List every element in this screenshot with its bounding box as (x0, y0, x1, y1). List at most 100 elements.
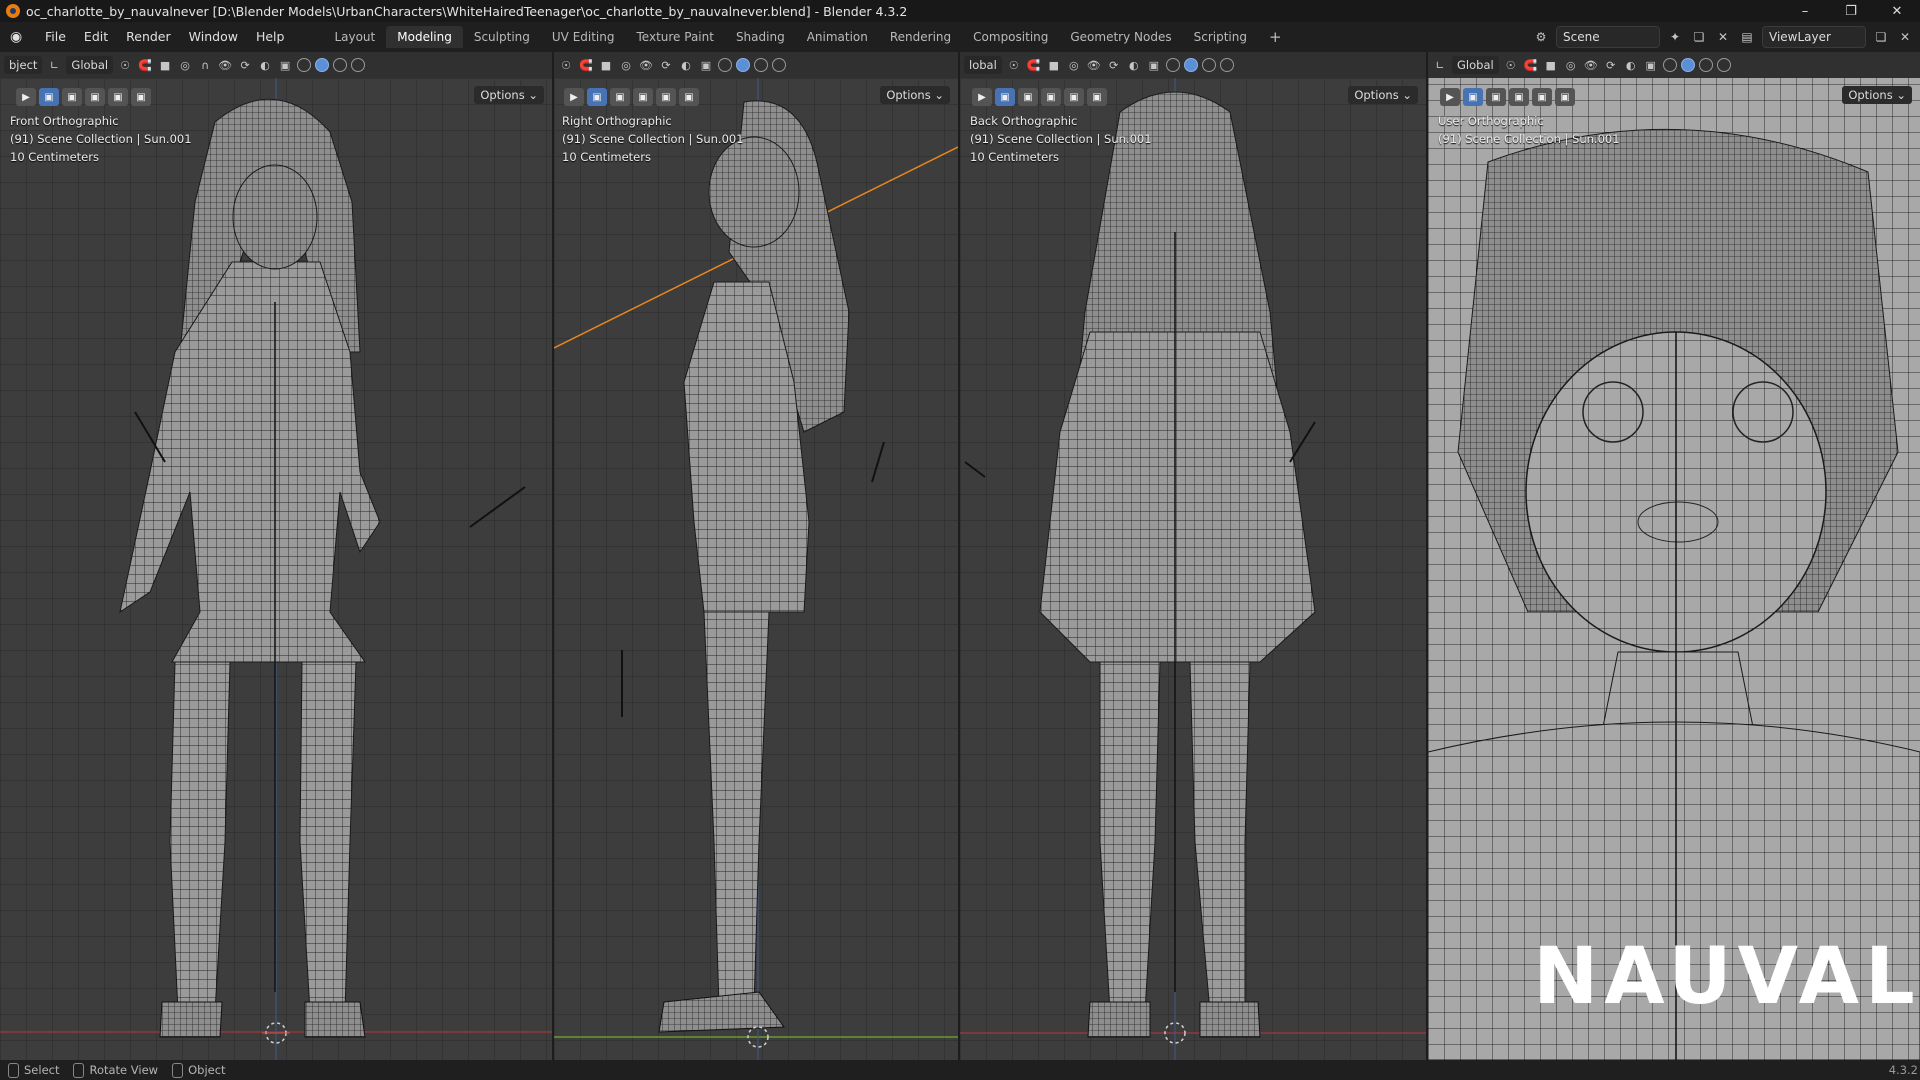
tab-rendering[interactable]: Rendering (879, 26, 962, 48)
material-shading-icon[interactable] (333, 58, 348, 72)
material-shading-icon[interactable] (1698, 58, 1713, 72)
tab-uv-editing[interactable]: UV Editing (541, 26, 626, 48)
snap-icon[interactable]: 🧲 (578, 57, 594, 73)
snap-icon[interactable]: 🧲 (1523, 57, 1539, 73)
select-extend-icon[interactable]: ▣ (1486, 88, 1506, 106)
add-workspace-button[interactable]: + (1258, 26, 1293, 48)
xray-icon[interactable]: ▣ (1146, 57, 1162, 73)
solid-shading-icon[interactable] (1183, 58, 1198, 72)
tab-animation[interactable]: Animation (796, 26, 879, 48)
delete-scene-icon[interactable]: ✕ (1714, 28, 1732, 46)
maximize-button[interactable]: ❐ (1828, 0, 1874, 22)
gizmo-icon[interactable]: ⟳ (237, 57, 253, 73)
viewport-back[interactable]: lobal ☉ 🧲 ■ ◎ 👁 ⟳ ◐ ▣ ▶ ▣ ▣ ▣ ▣ ▣ Option… (960, 52, 1426, 1060)
overlay-icon[interactable]: ◐ (1126, 57, 1142, 73)
tab-sculpting[interactable]: Sculpting (463, 26, 541, 48)
view-layer-field[interactable]: ViewLayer (1762, 26, 1866, 48)
wireframe-shading-icon[interactable] (1662, 58, 1677, 72)
rendered-shading-icon[interactable] (351, 58, 366, 72)
orientation-dropdown[interactable]: Global (1452, 56, 1499, 74)
solid-shading-icon[interactable] (1680, 58, 1695, 72)
tab-geometry-nodes[interactable]: Geometry Nodes (1059, 26, 1182, 48)
wireframe-shading-icon[interactable] (1165, 58, 1180, 72)
blender-logo-icon[interactable]: ◉ (10, 29, 26, 45)
select-new-icon[interactable]: ▣ (995, 88, 1015, 106)
mode-dropdown[interactable]: bject (4, 56, 43, 74)
select-new-icon[interactable]: ▣ (39, 88, 59, 106)
xray-icon[interactable]: ▣ (698, 57, 714, 73)
transform-orientation-icon[interactable]: ∟ (1432, 57, 1448, 73)
solid-shading-icon[interactable] (315, 58, 330, 72)
select-extend-icon[interactable]: ▣ (62, 88, 82, 106)
menu-edit[interactable]: Edit (75, 22, 117, 52)
minimize-button[interactable]: – (1782, 0, 1828, 22)
select-subtract-icon[interactable]: ▣ (1041, 88, 1061, 106)
transform-orientation-icon[interactable]: ∟ (46, 57, 62, 73)
pivot-icon[interactable]: ☉ (117, 57, 133, 73)
tab-layout[interactable]: Layout (323, 26, 386, 48)
select-intersect-icon[interactable]: ▣ (1555, 88, 1575, 106)
pin-icon[interactable]: ✦ (1666, 28, 1684, 46)
xray-icon[interactable]: ▣ (1643, 57, 1659, 73)
snap-target-icon[interactable]: ■ (157, 57, 173, 73)
proportional-edit-icon[interactable]: ◎ (177, 57, 193, 73)
select-subtract-icon[interactable]: ▣ (85, 88, 105, 106)
menu-help[interactable]: Help (247, 22, 294, 52)
tweak-tool-icon[interactable]: ▶ (564, 88, 584, 106)
rendered-shading-icon[interactable] (772, 58, 786, 72)
select-invert-icon[interactable]: ▣ (656, 88, 676, 106)
wireframe-shading-icon[interactable] (297, 58, 312, 72)
delete-view-layer-icon[interactable]: ✕ (1896, 28, 1914, 46)
select-intersect-icon[interactable]: ▣ (131, 88, 151, 106)
pivot-icon[interactable]: ☉ (1006, 57, 1022, 73)
gizmo-icon[interactable]: ⟳ (658, 57, 674, 73)
tab-modeling[interactable]: Modeling (386, 26, 463, 48)
select-intersect-icon[interactable]: ▣ (1087, 88, 1107, 106)
tab-shading[interactable]: Shading (725, 26, 796, 48)
material-shading-icon[interactable] (754, 58, 768, 72)
select-extend-icon[interactable]: ▣ (1018, 88, 1038, 106)
close-button[interactable]: ✕ (1874, 0, 1920, 22)
options-dropdown[interactable]: Options ⌄ (474, 86, 544, 104)
tweak-tool-icon[interactable]: ▶ (1440, 88, 1460, 106)
tab-texture-paint[interactable]: Texture Paint (626, 26, 725, 48)
proportional-edit-icon[interactable]: ◎ (1563, 57, 1579, 73)
select-intersect-icon[interactable]: ▣ (679, 88, 699, 106)
falloff-icon[interactable]: ∩ (197, 57, 213, 73)
menu-file[interactable]: File (36, 22, 75, 52)
visibility-icon[interactable]: 👁 (217, 57, 233, 73)
select-invert-icon[interactable]: ▣ (1532, 88, 1552, 106)
menu-render[interactable]: Render (117, 22, 180, 52)
gizmo-icon[interactable]: ⟳ (1603, 57, 1619, 73)
select-subtract-icon[interactable]: ▣ (1509, 88, 1529, 106)
tweak-tool-icon[interactable]: ▶ (16, 88, 36, 106)
options-dropdown[interactable]: Options ⌄ (880, 86, 950, 104)
viewport-user[interactable]: ∟ Global ☉ 🧲 ■ ◎ 👁 ⟳ ◐ ▣ ▶ ▣ ▣ ▣ ▣ ▣ Opt… (1428, 52, 1920, 1060)
select-new-icon[interactable]: ▣ (587, 88, 607, 106)
orientation-dropdown[interactable]: lobal (964, 56, 1002, 74)
scene-icon[interactable]: ⚙ (1532, 28, 1550, 46)
orientation-dropdown[interactable]: Global (66, 56, 114, 74)
select-subtract-icon[interactable]: ▣ (633, 88, 653, 106)
visibility-icon[interactable]: 👁 (638, 57, 654, 73)
tab-scripting[interactable]: Scripting (1183, 26, 1258, 48)
pivot-icon[interactable]: ☉ (1503, 57, 1519, 73)
overlay-icon[interactable]: ◐ (678, 57, 694, 73)
pivot-icon[interactable]: ☉ (558, 57, 574, 73)
viewport-front[interactable]: bject ∟ Global ☉ 🧲 ■ ◎ ∩ 👁 ⟳ ◐ ▣ ▶ ▣ ▣ ▣… (0, 52, 552, 1060)
select-new-icon[interactable]: ▣ (1463, 88, 1483, 106)
solid-shading-icon[interactable] (736, 58, 750, 72)
proportional-edit-icon[interactable]: ◎ (618, 57, 634, 73)
new-scene-icon[interactable]: ❏ (1690, 28, 1708, 46)
scene-field[interactable]: Scene (1556, 26, 1660, 48)
select-invert-icon[interactable]: ▣ (108, 88, 128, 106)
select-extend-icon[interactable]: ▣ (610, 88, 630, 106)
overlay-icon[interactable]: ◐ (1623, 57, 1639, 73)
overlay-icon[interactable]: ◐ (257, 57, 273, 73)
view-layer-icon[interactable]: ▤ (1738, 28, 1756, 46)
tab-compositing[interactable]: Compositing (962, 26, 1059, 48)
gizmo-icon[interactable]: ⟳ (1106, 57, 1122, 73)
tweak-tool-icon[interactable]: ▶ (972, 88, 992, 106)
options-dropdown[interactable]: Options ⌄ (1348, 86, 1418, 104)
rendered-shading-icon[interactable] (1716, 58, 1731, 72)
